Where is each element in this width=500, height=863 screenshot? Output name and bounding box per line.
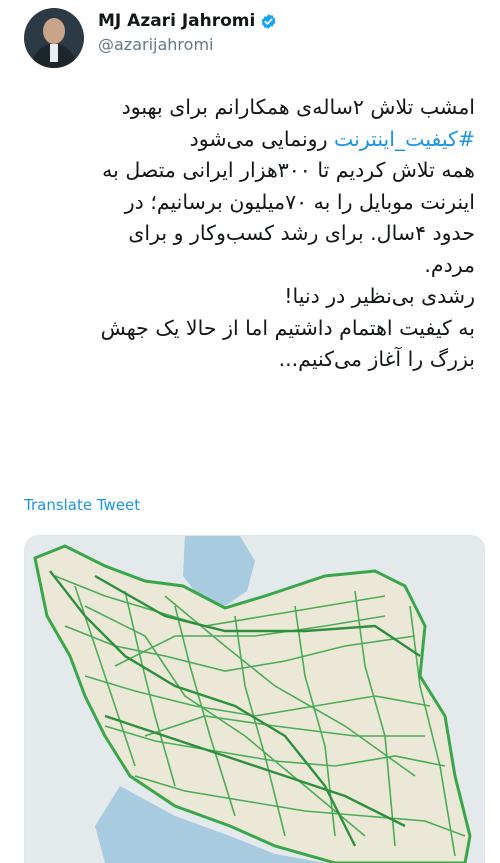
attached-map-image[interactable] bbox=[24, 535, 485, 863]
tweet-line: امشب تلاش ۲ساله‌ی همکارانم برای بهبود bbox=[121, 95, 475, 119]
translate-tweet-link[interactable]: Translate Tweet bbox=[24, 496, 140, 514]
tweet-line: رشدی بی‌نظیر در دنیا! bbox=[284, 284, 475, 308]
author-name[interactable]: MJ Azari Jahromi bbox=[98, 11, 255, 31]
author-row: MJ Azari Jahromi bbox=[98, 11, 277, 31]
tweet-line: اینرنت موبایل را به ۷۰میلیون برسانیم؛ در bbox=[124, 189, 475, 214]
tweet-text: امشب تلاش ۲ساله‌ی همکارانم برای بهبود #ک… bbox=[20, 92, 475, 376]
verified-badge-icon bbox=[261, 13, 276, 29]
hashtag-link[interactable]: #کیفیت_اینترنت bbox=[334, 127, 475, 151]
tweet-line: به کیفیت اهتمام داشتیم اما از حالا یک جه… bbox=[100, 315, 475, 340]
avatar[interactable] bbox=[24, 8, 84, 68]
tweet-line: حدود ۴سال. برای رشد کسب‌وکار و برای bbox=[128, 221, 475, 245]
tweet-line: #کیفیت_اینترنت رونمایی می‌شود bbox=[20, 124, 475, 156]
tweet-line-text: رونمایی می‌شود bbox=[189, 126, 335, 151]
tweet-line: همه تلاش کردیم تا ۳۰۰هزار ایرانی متصل به bbox=[102, 158, 475, 182]
tweet-line: بزرگ را آغاز می‌کنیم... bbox=[278, 347, 475, 371]
tweet-line: مردم. bbox=[424, 252, 475, 277]
iran-network-map bbox=[25, 536, 484, 863]
author-handle[interactable]: @azarijahromi bbox=[98, 35, 213, 54]
